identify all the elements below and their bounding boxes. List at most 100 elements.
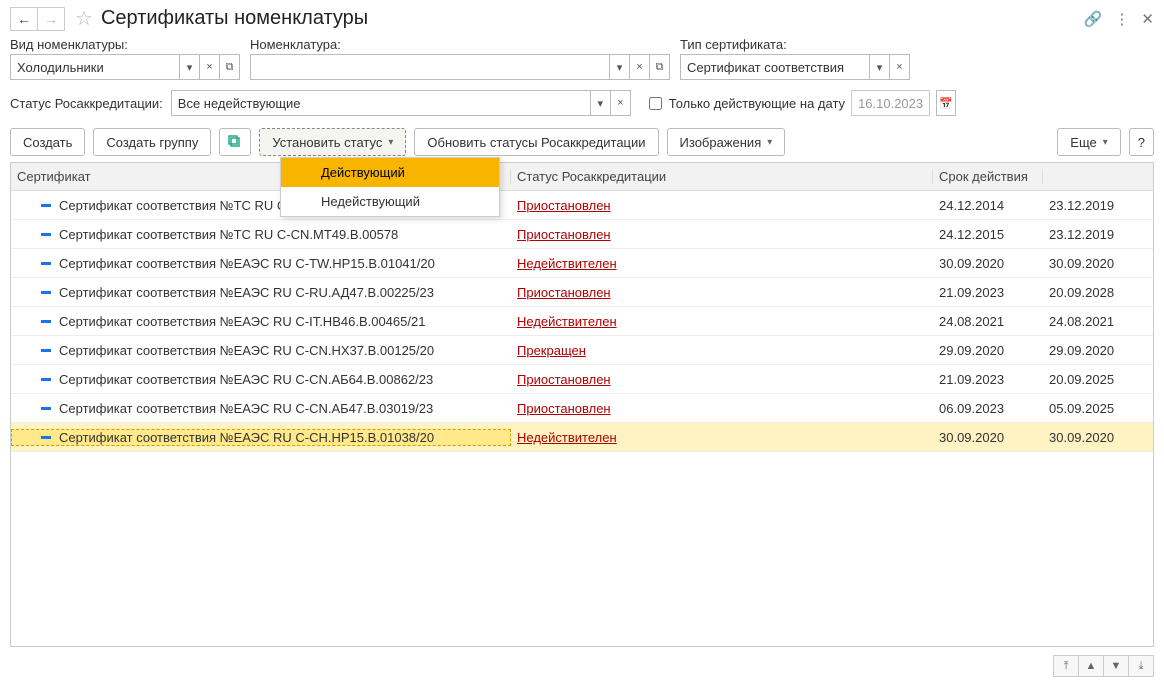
cert-name: Сертификат соответствия №ЕАЭС RU С-RU.АД… [59, 285, 434, 300]
dropdown-icon[interactable]: ▾ [180, 54, 200, 80]
status-link[interactable]: Приостановлен [517, 285, 611, 300]
date-from: 30.09.2020 [933, 256, 1043, 271]
scroll-top-button[interactable]: ⤒ [1053, 655, 1079, 677]
date-to: 24.08.2021 [1043, 314, 1153, 329]
table-row[interactable]: Сертификат соответствия №ЕАЭС RU С-CN.НХ… [11, 336, 1153, 365]
date-from: 24.12.2015 [933, 227, 1043, 242]
only-active-checkbox[interactable]: Только действующие на дату [645, 94, 845, 113]
kebab-menu-icon[interactable]: ⋮ [1114, 10, 1129, 28]
cert-name: Сертификат соответствия №ЕАЭС RU С-CN.НХ… [59, 343, 434, 358]
cert-name: Сертификат соответствия №ТС RU C [59, 198, 286, 213]
table-row[interactable]: Сертификат соответствия №ЕАЭС RU С-RU.АД… [11, 278, 1153, 307]
date-to: 29.09.2020 [1043, 343, 1153, 358]
cert-name: Сертификат соответствия №ЕАЭС RU С-CN.АБ… [59, 372, 433, 387]
date-to: 20.09.2025 [1043, 372, 1153, 387]
only-active-checkbox-input[interactable] [649, 97, 662, 110]
filter-date-input[interactable]: 16.10.2023 [851, 90, 930, 116]
date-from: 29.09.2020 [933, 343, 1043, 358]
table-row[interactable]: Сертификат соответствия №ЕАЭС RU С-CN.АБ… [11, 365, 1153, 394]
set-status-button[interactable]: Установить статус [259, 128, 406, 156]
filter-type-label: Вид номенклатуры: [10, 37, 240, 52]
cert-icon [41, 349, 51, 352]
column-header-status[interactable]: Статус Росаккредитации [511, 169, 933, 184]
date-from: 24.08.2021 [933, 314, 1043, 329]
dropdown-icon[interactable]: ▾ [610, 54, 630, 80]
clear-icon[interactable]: × [611, 90, 631, 116]
images-button[interactable]: Изображения [667, 128, 786, 156]
table-row[interactable]: Сертификат соответствия №ТС RU C Приостан… [11, 191, 1153, 220]
close-icon[interactable]: ✕ [1141, 10, 1154, 28]
dropdown-icon[interactable]: ▾ [870, 54, 890, 80]
clear-icon[interactable]: × [200, 54, 220, 80]
cert-icon [41, 262, 51, 265]
status-link[interactable]: Приостановлен [517, 198, 611, 213]
filter-certtype-input[interactable]: Сертификат соответствия [680, 54, 870, 80]
date-to: 30.09.2020 [1043, 430, 1153, 445]
link-icon[interactable]: 🔗 [1084, 10, 1103, 28]
cert-icon [41, 436, 51, 439]
nav-forward-button[interactable]: → [37, 7, 65, 31]
table-row[interactable]: Сертификат соответствия №ТС RU C-CN.МТ49… [11, 220, 1153, 249]
status-link[interactable]: Недействителен [517, 314, 617, 329]
filter-item-input[interactable] [250, 54, 610, 80]
date-to: 20.09.2028 [1043, 285, 1153, 300]
scroll-up-button[interactable]: ▲ [1078, 655, 1104, 677]
filter-certtype-label: Тип сертификата: [680, 37, 910, 52]
set-status-menu: Действующий Недействующий [280, 157, 500, 217]
only-active-label: Только действующие на дату [669, 96, 845, 111]
menu-item-inactive[interactable]: Недействующий [281, 187, 499, 216]
nav-back-button[interactable]: ← [10, 7, 38, 31]
filter-accstatus-input[interactable]: Все недействующие [171, 90, 591, 116]
status-link[interactable]: Приостановлен [517, 227, 611, 242]
cert-name: Сертификат соответствия №ЕАЭС RU С-TW.НР… [59, 256, 435, 271]
table-row[interactable]: Сертификат соответствия №ЕАЭС RU С-TW.НР… [11, 249, 1153, 278]
date-to: 23.12.2019 [1043, 198, 1153, 213]
cert-name: Сертификат соответствия №ЕАЭС RU С-CH.НР… [59, 430, 434, 445]
clear-icon[interactable]: × [890, 54, 910, 80]
menu-item-active[interactable]: Действующий [281, 158, 499, 187]
open-icon[interactable]: ⧉ [220, 54, 240, 80]
clear-icon[interactable]: × [630, 54, 650, 80]
date-from: 21.09.2023 [933, 285, 1043, 300]
cert-name: Сертификат соответствия №ЕАЭС RU С-IT.НВ… [59, 314, 425, 329]
date-to: 05.09.2025 [1043, 401, 1153, 416]
date-from: 06.09.2023 [933, 401, 1043, 416]
column-header-validity[interactable]: Срок действия [933, 169, 1043, 184]
cert-icon [41, 407, 51, 410]
filter-type-input[interactable]: Холодильники [10, 54, 180, 80]
table-row[interactable]: Сертификат соответствия №ЕАЭС RU С-IT.НВ… [11, 307, 1153, 336]
dropdown-icon[interactable]: ▾ [591, 90, 611, 116]
filter-accstatus-label: Статус Росаккредитации: [10, 96, 163, 111]
create-button[interactable]: Создать [10, 128, 85, 156]
refresh-statuses-button[interactable]: Обновить статусы Росаккредитации [414, 128, 658, 156]
favorite-star-icon[interactable]: ☆ [75, 6, 93, 31]
cert-name: Сертификат соответствия №ТС RU C-CN.МТ49… [59, 227, 398, 242]
date-from: 30.09.2020 [933, 430, 1043, 445]
date-to: 23.12.2019 [1043, 227, 1153, 242]
scroll-down-button[interactable]: ▼ [1103, 655, 1129, 677]
copy-button[interactable] [219, 128, 251, 156]
certificates-grid: Сертификат Статус Росаккредитации Срок д… [10, 162, 1154, 647]
open-icon[interactable]: ⧉ [650, 54, 670, 80]
filter-item-label: Номенклатура: [250, 37, 670, 52]
status-link[interactable]: Прекращен [517, 343, 586, 358]
create-group-button[interactable]: Создать группу [93, 128, 211, 156]
calendar-icon[interactable]: 📅 [936, 90, 956, 116]
more-button[interactable]: Еще [1057, 128, 1120, 156]
cert-icon [41, 320, 51, 323]
date-to: 30.09.2020 [1043, 256, 1153, 271]
cert-icon [41, 291, 51, 294]
cert-icon [41, 233, 51, 236]
page-title: Сертификаты номенклатуры [101, 7, 368, 30]
cert-icon [41, 378, 51, 381]
status-link[interactable]: Недействителен [517, 430, 617, 445]
status-link[interactable]: Приостановлен [517, 372, 611, 387]
table-row[interactable]: Сертификат соответствия №ЕАЭС RU С-CH.НР… [11, 423, 1153, 452]
table-row[interactable]: Сертификат соответствия №ЕАЭС RU С-CN.АБ… [11, 394, 1153, 423]
help-button[interactable]: ? [1129, 128, 1154, 156]
status-link[interactable]: Недействителен [517, 256, 617, 271]
status-link[interactable]: Приостановлен [517, 401, 611, 416]
scroll-bottom-button[interactable]: ⤓ [1128, 655, 1154, 677]
cert-name: Сертификат соответствия №ЕАЭС RU С-CN.АБ… [59, 401, 433, 416]
date-from: 24.12.2014 [933, 198, 1043, 213]
